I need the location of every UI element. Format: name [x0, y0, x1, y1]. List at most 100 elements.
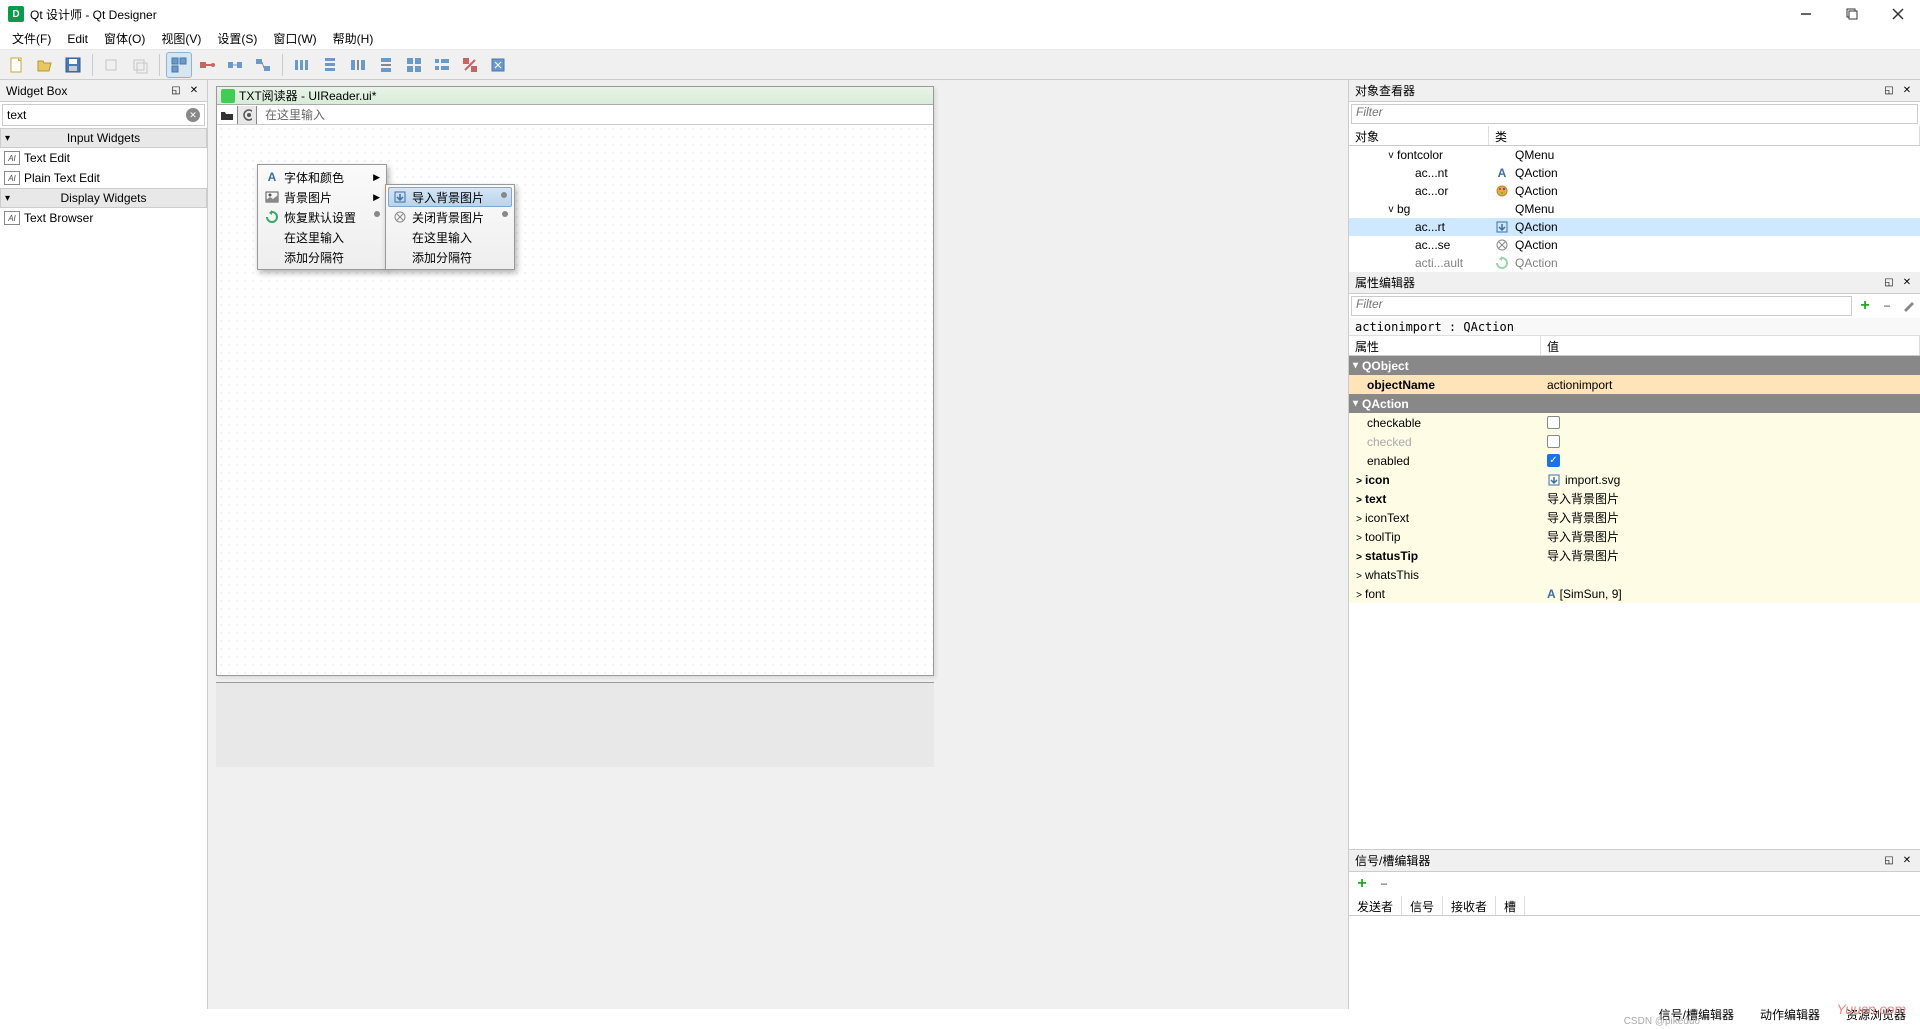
property-row[interactable]: objectNameactionimport	[1349, 375, 1920, 394]
menu-item[interactable]: 文件(F)	[4, 28, 59, 49]
menu-item[interactable]: 窗体(O)	[96, 28, 153, 49]
property-row[interactable]: >iconimport.svg	[1349, 470, 1920, 489]
form-body[interactable]: A字体和颜色▶背景图片▶恢复默认设置在这里输入添加分隔符 导入背景图片关闭背景图…	[217, 125, 933, 675]
dock-close-button[interactable]: ✕	[1900, 854, 1914, 868]
object-row[interactable]: ac...orQAction	[1349, 182, 1920, 200]
dock-float-button[interactable]: ◱	[169, 84, 183, 98]
menu-icon	[264, 189, 280, 205]
adjust-size-button[interactable]	[485, 52, 511, 78]
menu-item[interactable]: 背景图片▶	[260, 187, 384, 207]
layout-form-button[interactable]	[429, 52, 455, 78]
signal-column[interactable]: 槽	[1496, 896, 1525, 915]
menu-item[interactable]: 在这里输入	[260, 227, 384, 247]
layout-hsplit-button[interactable]	[345, 52, 371, 78]
maximize-button[interactable]	[1838, 4, 1866, 24]
signal-column[interactable]: 发送者	[1349, 896, 1402, 915]
menu-item[interactable]: 关闭背景图片	[388, 207, 512, 227]
widget-filter-input[interactable]	[7, 108, 186, 122]
menubar-placeholder[interactable]: 在这里输入	[257, 106, 333, 123]
widget-item[interactable]: AIText Browser	[0, 208, 207, 228]
property-group[interactable]: ▾QAction	[1349, 394, 1920, 413]
property-row[interactable]: >statusTip导入背景图片	[1349, 546, 1920, 565]
object-row[interactable]: ac...rtQAction	[1349, 218, 1920, 236]
property-row[interactable]: >iconText导入背景图片	[1349, 508, 1920, 527]
property-row[interactable]: >fontA[SimSun, 9]	[1349, 584, 1920, 603]
menu-item[interactable]: 恢复默认设置	[260, 207, 384, 227]
redo-button[interactable]	[127, 52, 153, 78]
menu-item[interactable]: 导入背景图片	[388, 187, 512, 207]
object-row[interactable]: vfontcolorQMenu	[1349, 146, 1920, 164]
config-property-button[interactable]	[1900, 297, 1918, 315]
menu-item[interactable]: 添加分隔符	[388, 247, 512, 267]
menu-icon	[392, 229, 408, 245]
widget-item[interactable]: AIText Edit	[0, 148, 207, 168]
break-layout-button[interactable]	[457, 52, 483, 78]
close-button[interactable]	[1884, 4, 1912, 24]
object-row[interactable]: ac...seQAction	[1349, 236, 1920, 254]
property-filter-input[interactable]	[1356, 297, 1847, 311]
widget-category[interactable]: ▾Input Widgets	[0, 128, 207, 148]
layout-vsplit-button[interactable]	[373, 52, 399, 78]
bottom-tab[interactable]: 动作编辑器	[1756, 1004, 1824, 1025]
layout-v-button[interactable]	[317, 52, 343, 78]
menu-item[interactable]: 窗口(W)	[265, 28, 324, 49]
minimize-button[interactable]	[1792, 4, 1820, 24]
object-tree[interactable]: vfontcolorQMenuac...ntAQActionac...orQAc…	[1349, 146, 1920, 272]
save-button[interactable]	[60, 52, 86, 78]
property-row[interactable]: enabled✓	[1349, 451, 1920, 470]
property-row[interactable]: >toolTip导入背景图片	[1349, 527, 1920, 546]
object-filter-input[interactable]	[1356, 105, 1913, 119]
checkbox[interactable]	[1547, 435, 1560, 448]
form-window[interactable]: TXT阅读器 - UIReader.ui* 在这里输入 A字体和颜色▶背景图片▶…	[216, 86, 934, 676]
menu-item[interactable]: 在这里输入	[388, 227, 512, 247]
dock-close-button[interactable]: ✕	[1900, 276, 1914, 290]
edit-widgets-button[interactable]	[166, 52, 192, 78]
context-menu-2: 导入背景图片关闭背景图片在这里输入添加分隔符	[385, 184, 515, 270]
menu-item[interactable]: Edit	[59, 30, 96, 48]
signal-column[interactable]: 接收者	[1443, 896, 1496, 915]
property-row[interactable]: >text导入背景图片	[1349, 489, 1920, 508]
widget-item[interactable]: AIPlain Text Edit	[0, 168, 207, 188]
checkbox[interactable]	[1547, 416, 1560, 429]
property-table[interactable]: ▾QObjectobjectNameactionimport▾QActionch…	[1349, 356, 1920, 849]
folder-icon[interactable]	[217, 106, 237, 124]
filter-clear-button[interactable]: ✕	[186, 108, 200, 122]
menu-item[interactable]: 添加分隔符	[260, 247, 384, 267]
menu-item[interactable]: 帮助(H)	[325, 28, 382, 49]
checkbox[interactable]: ✓	[1547, 454, 1560, 467]
remove-signal-button[interactable]: −	[1375, 875, 1393, 893]
dock-float-button[interactable]: ◱	[1882, 276, 1896, 290]
gear-menu[interactable]	[237, 106, 257, 124]
property-row[interactable]: >whatsThis	[1349, 565, 1920, 584]
property-row[interactable]: checked	[1349, 432, 1920, 451]
property-row[interactable]: checkable	[1349, 413, 1920, 432]
dock-float-button[interactable]: ◱	[1882, 854, 1896, 868]
edit-signals-button[interactable]	[194, 52, 220, 78]
widget-category[interactable]: ▾Display Widgets	[0, 188, 207, 208]
property-group[interactable]: ▾QObject	[1349, 356, 1920, 375]
layout-grid-button[interactable]	[401, 52, 427, 78]
menu-item[interactable]: A字体和颜色▶	[260, 167, 384, 187]
titlebar: D Qt 设计师 - Qt Designer	[0, 0, 1920, 28]
dock-close-button[interactable]: ✕	[187, 84, 201, 98]
form-menubar[interactable]: 在这里输入	[217, 105, 933, 125]
signal-column[interactable]: 信号	[1402, 896, 1443, 915]
object-row[interactable]: ac...ntAQAction	[1349, 164, 1920, 182]
object-filter[interactable]	[1351, 104, 1918, 124]
edit-tab-button[interactable]	[250, 52, 276, 78]
undo-button[interactable]	[99, 52, 125, 78]
add-property-button[interactable]: +	[1856, 297, 1874, 315]
dock-float-button[interactable]: ◱	[1882, 84, 1896, 98]
open-button[interactable]	[32, 52, 58, 78]
menu-item[interactable]: 视图(V)	[153, 28, 209, 49]
object-row[interactable]: acti...aultQAction	[1349, 254, 1920, 272]
remove-property-button[interactable]: −	[1878, 297, 1896, 315]
object-row[interactable]: vbgQMenu	[1349, 200, 1920, 218]
widget-filter[interactable]: ✕	[2, 104, 205, 126]
edit-buddies-button[interactable]	[222, 52, 248, 78]
menu-item[interactable]: 设置(S)	[209, 28, 265, 49]
new-button[interactable]	[4, 52, 30, 78]
dock-close-button[interactable]: ✕	[1900, 84, 1914, 98]
layout-h-button[interactable]	[289, 52, 315, 78]
add-signal-button[interactable]: +	[1353, 875, 1371, 893]
